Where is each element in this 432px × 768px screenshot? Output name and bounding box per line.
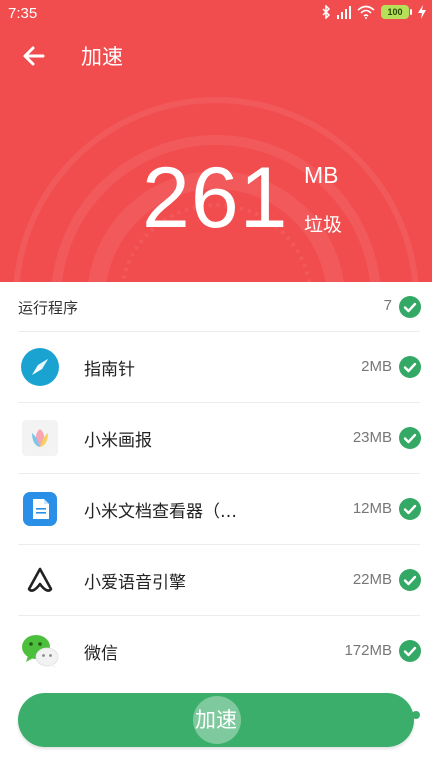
running-apps-count: 7 — [383, 297, 392, 314]
bluetooth-icon — [322, 5, 331, 19]
app-name: 小米画报 — [84, 431, 152, 451]
app-size: 23MB — [352, 429, 392, 446]
compass-icon — [21, 348, 59, 386]
document-viewer-icon — [23, 492, 57, 526]
wifi-icon — [357, 5, 375, 19]
app-size: 172MB — [344, 642, 392, 659]
app-name: 小米文档查看器（… — [84, 502, 237, 522]
status-icons: 100 — [321, 5, 426, 19]
list-item[interactable]: 指南针 2MB — [0, 332, 432, 403]
check-icon[interactable] — [399, 640, 421, 662]
app-name: 指南针 — [84, 360, 135, 380]
header-panel: 7:35 100 加速 261 MB 垃圾 — [0, 0, 432, 282]
list-item[interactable]: 小爱语音引擎 22MB — [0, 545, 432, 616]
junk-label: 垃圾 — [304, 214, 343, 236]
charging-icon — [418, 5, 426, 19]
junk-unit: MB — [304, 162, 339, 188]
scroll-indicator — [412, 711, 420, 719]
mi-wallpaper-icon — [22, 420, 58, 456]
status-time: 7:35 — [8, 5, 38, 22]
check-icon[interactable] — [399, 356, 421, 378]
app-name: 小爱语音引擎 — [84, 573, 186, 593]
app-list: 指南针 2MB 小米画报 23MB 小米文档查看器（… 12MB 小爱语音引擎 … — [0, 332, 432, 687]
voice-engine-icon — [27, 567, 53, 592]
check-icon[interactable] — [399, 427, 421, 449]
list-item[interactable]: 小米文档查看器（… 12MB — [0, 474, 432, 545]
battery-icon: 100 — [381, 5, 412, 19]
app-size: 2MB — [361, 358, 392, 375]
wechat-icon — [22, 635, 59, 668]
page-title: 加速 — [81, 45, 123, 69]
junk-amount: 261 — [142, 150, 289, 246]
back-arrow-icon[interactable] — [18, 40, 50, 72]
boost-area: 加速 — [0, 684, 432, 768]
list-item[interactable]: 微信 172MB — [0, 616, 432, 687]
list-item[interactable]: 小米画报 23MB — [0, 403, 432, 474]
boost-button-label: 加速 — [195, 708, 237, 732]
select-all-check-icon[interactable] — [399, 296, 421, 318]
app-size: 22MB — [352, 571, 392, 588]
app-name: 微信 — [84, 644, 118, 664]
running-apps-label: 运行程序 — [18, 299, 79, 317]
battery-level: 100 — [381, 5, 409, 19]
running-apps-header[interactable]: 运行程序 7 — [0, 282, 432, 332]
status-bar: 7:35 100 — [0, 0, 432, 28]
check-icon[interactable] — [399, 569, 421, 591]
app-size: 12MB — [352, 500, 392, 517]
check-icon[interactable] — [399, 498, 421, 520]
signal-icon — [337, 6, 351, 19]
title-bar: 加速 — [0, 36, 432, 76]
boost-button[interactable]: 加速 — [18, 693, 414, 747]
